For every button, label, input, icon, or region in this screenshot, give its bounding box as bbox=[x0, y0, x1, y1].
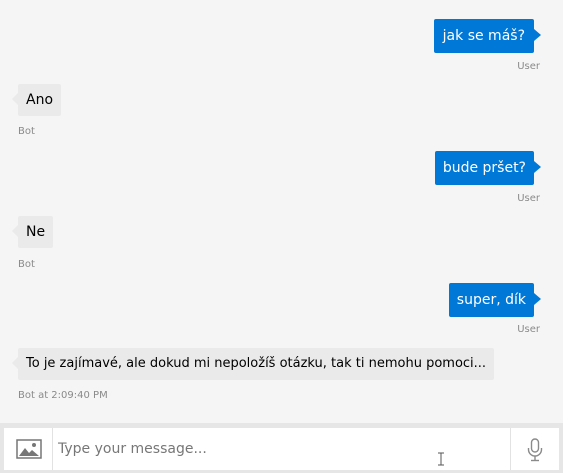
bubble-pointer bbox=[534, 161, 541, 173]
bubble-pointer bbox=[12, 225, 18, 237]
bot-message-meta: Bot bbox=[18, 259, 35, 270]
bot-message: Ne bbox=[12, 216, 54, 248]
bot-message-bubble: Ne bbox=[18, 216, 54, 248]
bot-message-bubble: To je zajímavé, ale dokud mi nepoložíš o… bbox=[18, 348, 495, 380]
bubble-pointer bbox=[534, 293, 541, 305]
chat-history: jak se máš? User Ano Bot bude pršet? Use… bbox=[0, 0, 563, 423]
user-message-bubble: jak se máš? bbox=[433, 19, 534, 53]
microphone-button[interactable] bbox=[523, 437, 547, 463]
bubble-pointer bbox=[12, 357, 18, 369]
message-input-container bbox=[4, 428, 559, 470]
mic-divider bbox=[510, 428, 511, 470]
message-input[interactable] bbox=[56, 436, 438, 462]
bot-message-bubble: Ano bbox=[18, 84, 62, 116]
bot-message: To je zajímavé, ale dokud mi nepoložíš o… bbox=[12, 348, 495, 380]
user-message: bude pršet? bbox=[434, 151, 541, 185]
user-message-meta: User bbox=[517, 324, 540, 335]
microphone-icon bbox=[527, 438, 543, 462]
text-cursor-icon bbox=[438, 452, 444, 466]
user-message-bubble: super, dík bbox=[448, 283, 534, 317]
user-message-meta: User bbox=[517, 193, 540, 204]
bot-message-meta: Bot bbox=[18, 126, 35, 137]
image-icon bbox=[16, 439, 42, 459]
user-message: jak se máš? bbox=[433, 19, 541, 53]
image-upload-button[interactable] bbox=[13, 437, 45, 461]
bot-message: Ano bbox=[12, 84, 62, 116]
user-message: super, dík bbox=[448, 283, 541, 317]
bubble-pointer bbox=[12, 93, 18, 105]
bot-message-meta: Bot at 2:09:40 PM bbox=[18, 390, 108, 401]
user-message-meta: User bbox=[517, 61, 540, 72]
bubble-pointer bbox=[534, 29, 541, 41]
message-input-bar bbox=[0, 423, 563, 473]
input-divider bbox=[52, 428, 53, 470]
user-message-bubble: bude pršet? bbox=[434, 151, 534, 185]
